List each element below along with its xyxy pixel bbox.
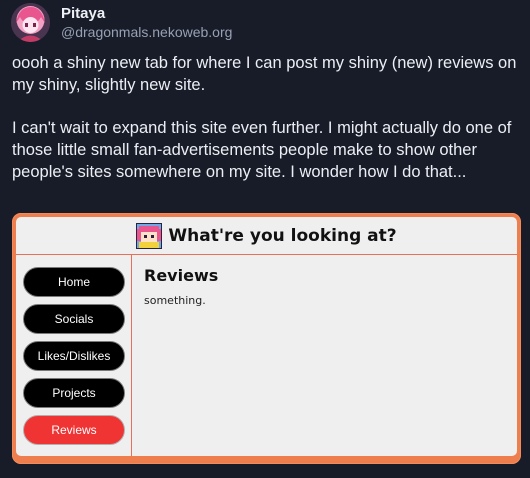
site-embed[interactable]: What're you looking at? Home Socials Lik… xyxy=(12,213,521,464)
post-body: oooh a shiny new tab for where I can pos… xyxy=(12,52,520,204)
nav-button-projects[interactable]: Projects xyxy=(23,378,125,408)
nav-button-home[interactable]: Home xyxy=(23,267,125,297)
embed-frame: What're you looking at? Home Socials Lik… xyxy=(16,217,517,456)
site-main-content: Reviews something. xyxy=(144,266,218,307)
site-header: What're you looking at? xyxy=(16,217,517,255)
post-card: Pitaya @dragonmals.nekoweb.org oooh a sh… xyxy=(0,0,530,478)
reviews-heading: Reviews xyxy=(144,266,219,285)
nav-button-socials[interactable]: Socials xyxy=(23,304,125,334)
avatar[interactable] xyxy=(11,3,50,42)
site-title: What're you looking at? xyxy=(168,225,397,246)
post-paragraph: oooh a shiny new tab for where I can pos… xyxy=(12,54,517,94)
author-handle[interactable]: @dragonmals.nekoweb.org xyxy=(61,24,232,40)
site-nav: Home Socials Likes/Dislikes Projects Rev… xyxy=(16,255,132,456)
reviews-body: something. xyxy=(144,294,206,307)
post-paragraph: I can't wait to expand this site even fu… xyxy=(12,119,512,181)
nav-button-likes-dislikes[interactable]: Likes/Dislikes xyxy=(23,341,125,371)
nav-button-reviews[interactable]: Reviews xyxy=(23,415,125,445)
pixel-avatar-icon xyxy=(136,222,163,249)
author-name[interactable]: Pitaya xyxy=(61,5,105,22)
